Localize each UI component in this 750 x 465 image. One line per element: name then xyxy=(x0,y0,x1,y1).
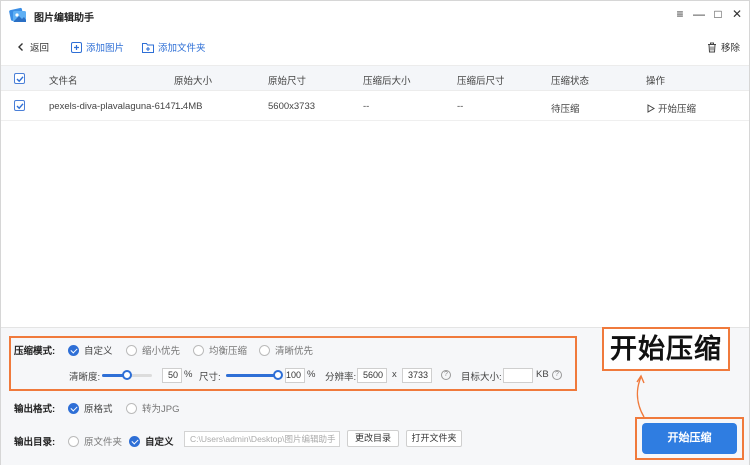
callout-arrow-icon xyxy=(636,374,645,418)
toolbar: 返回 添加图片 添加文件夹 移除 xyxy=(1,35,749,59)
column-compressed-size: 压缩后大小 xyxy=(363,76,411,87)
column-compressed-dimensions: 压缩后尺寸 xyxy=(457,76,505,87)
dir-custom-label: 自定义 xyxy=(145,437,174,448)
format-jpg-radio[interactable]: 转为JPG xyxy=(126,401,179,415)
format-original-label: 原格式 xyxy=(84,404,113,415)
table-header: 文件名 原始大小 原始尺寸 压缩后大小 压缩后尺寸 压缩状态 操作 xyxy=(1,65,749,91)
play-icon xyxy=(647,103,655,113)
column-action: 操作 xyxy=(646,76,666,87)
select-all-checkbox[interactable] xyxy=(14,73,25,84)
back-button[interactable]: 返回 xyxy=(16,40,49,54)
change-dir-button[interactable]: 更改目录 xyxy=(347,430,399,447)
app-title: 图片编辑助手 xyxy=(34,13,94,24)
check-icon xyxy=(16,103,24,110)
minimize-button[interactable]: — xyxy=(692,7,706,21)
dir-original-label: 原文件夹 xyxy=(84,437,123,448)
callout-label: 开始压缩 xyxy=(602,327,730,371)
maximize-button[interactable]: □ xyxy=(711,7,725,21)
add-folder-label: 添加文件夹 xyxy=(158,43,206,54)
column-original-size: 原始大小 xyxy=(174,76,213,87)
back-label: 返回 xyxy=(30,43,50,54)
radio-dot xyxy=(129,435,140,447)
cell-compressed-size: -- xyxy=(363,101,370,112)
chevron-left-icon xyxy=(18,43,23,51)
add-image-icon xyxy=(71,41,82,53)
add-image-button[interactable]: 添加图片 xyxy=(71,40,124,54)
add-folder-button[interactable]: 添加文件夹 xyxy=(142,40,206,54)
row-start-button[interactable]: 开始压缩 xyxy=(647,101,696,115)
dir-custom-radio[interactable]: 自定义 xyxy=(129,434,174,448)
start-compress-button[interactable]: 开始压缩 xyxy=(642,423,737,454)
format-jpg-label: 转为JPG xyxy=(142,404,180,415)
radio-dot xyxy=(68,402,79,414)
radio-dot xyxy=(126,402,137,414)
column-original-dimensions: 原始尺寸 xyxy=(268,76,307,87)
compress-mode-highlight xyxy=(9,336,577,391)
remove-label: 移除 xyxy=(721,43,741,54)
app-logo-icon xyxy=(9,7,26,22)
radio-dot xyxy=(68,435,79,447)
open-folder-button[interactable]: 打开文件夹 xyxy=(406,430,462,447)
add-image-label: 添加图片 xyxy=(86,43,125,54)
row-checkbox[interactable] xyxy=(14,100,25,111)
add-folder-icon xyxy=(142,42,154,53)
output-path-input[interactable]: C:\Users\admin\Desktop\图片编辑助手 xyxy=(184,431,340,447)
table-row[interactable]: pexels-diva-plavalaguna-6147... 1.4MB 56… xyxy=(1,92,749,121)
cell-status: 待压缩 xyxy=(551,104,580,115)
column-filename: 文件名 xyxy=(49,76,78,87)
row-start-label: 开始压缩 xyxy=(658,104,697,115)
column-status: 压缩状态 xyxy=(551,76,590,87)
app-window: 图片编辑助手 ≡ — □ ✕ 返回 添加图片 添加文件夹 移除 文件名 原始大小… xyxy=(0,0,750,465)
cell-filename: pexels-diva-plavalaguna-6147... xyxy=(49,101,184,112)
output-dir-label: 输出目录: xyxy=(14,437,56,448)
dir-original-radio[interactable]: 原文件夹 xyxy=(68,434,122,448)
title-bar: 图片编辑助手 ≡ — □ ✕ xyxy=(1,1,749,29)
check-icon xyxy=(16,76,24,83)
output-format-label: 输出格式: xyxy=(14,404,56,415)
cell-size: 1.4MB xyxy=(175,101,203,112)
close-button[interactable]: ✕ xyxy=(730,7,744,21)
format-original-radio[interactable]: 原格式 xyxy=(68,401,113,415)
cell-compressed-dimensions: -- xyxy=(457,101,464,112)
remove-button[interactable]: 移除 xyxy=(707,40,740,54)
trash-icon xyxy=(708,42,716,52)
menu-icon[interactable]: ≡ xyxy=(673,7,687,21)
cell-dimensions: 5600x3733 xyxy=(268,101,316,112)
